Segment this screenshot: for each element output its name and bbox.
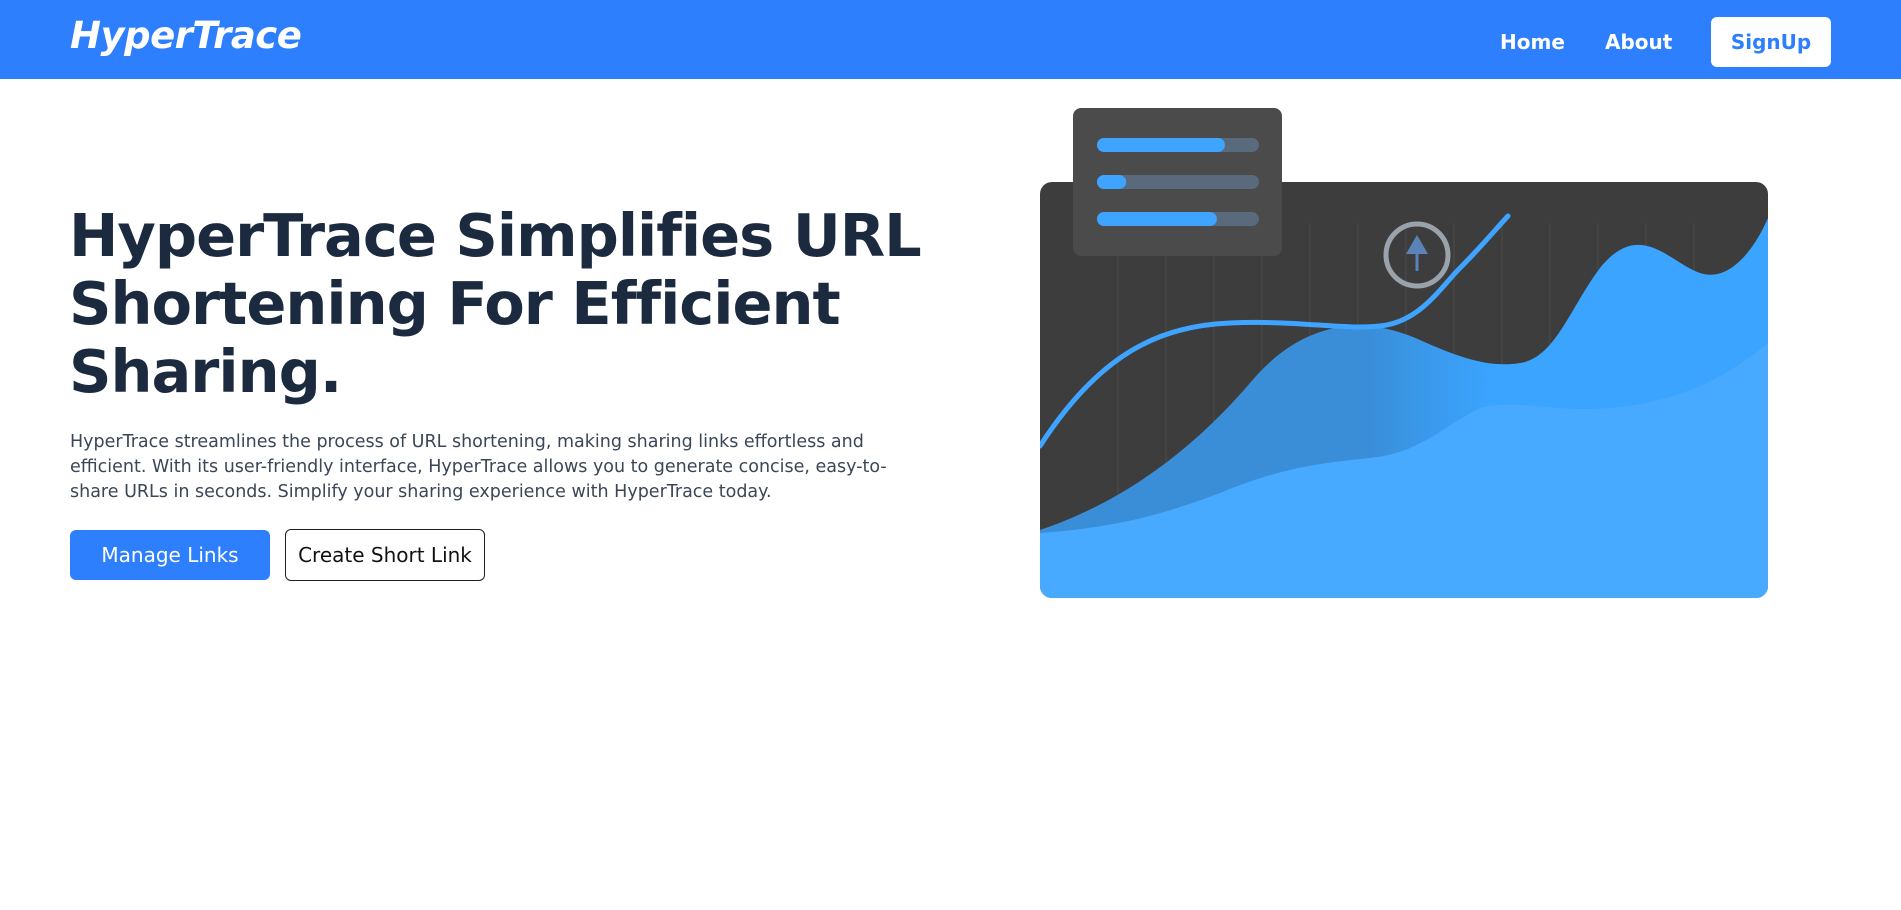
- nav-link-home[interactable]: Home: [1500, 30, 1565, 54]
- floating-progress-card: [1073, 108, 1282, 256]
- hero-description: HyperTrace streamlines the process of UR…: [70, 432, 887, 502]
- progress-fill: [1097, 175, 1127, 189]
- analytics-illustration-svg: [1040, 108, 1768, 598]
- analytics-illustration: [1040, 108, 1770, 598]
- signup-button[interactable]: SignUp: [1711, 17, 1831, 67]
- create-short-link-button[interactable]: Create Short Link: [285, 529, 485, 581]
- progress-fill: [1097, 212, 1217, 226]
- nav-link-about[interactable]: About: [1605, 30, 1672, 54]
- top-navbar: HyperTrace Home About SignUp: [0, 0, 1901, 79]
- manage-links-button[interactable]: Manage Links: [70, 530, 270, 580]
- brand-logo[interactable]: HyperTrace: [70, 14, 302, 57]
- progress-fill: [1097, 138, 1225, 152]
- hero-title: HyperTrace Simplifies URL Shortening For…: [69, 201, 922, 406]
